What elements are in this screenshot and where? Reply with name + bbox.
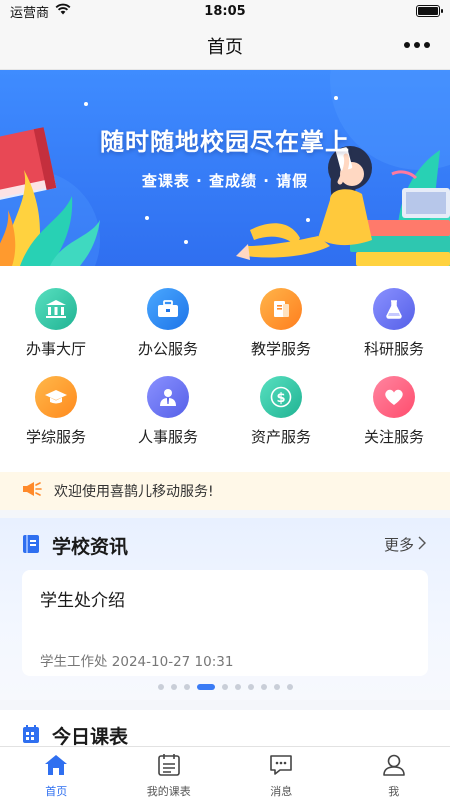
notice-text: 欢迎使用喜鹊儿移动服务! (54, 484, 214, 500)
service-assets[interactable]: $ 资产服务 (225, 354, 337, 446)
carousel-dot[interactable] (234, 684, 241, 690)
tab-bar: 首页 我的课表 消息 我 (0, 746, 450, 800)
more-label: 更多 (383, 536, 414, 554)
megaphone-icon (22, 481, 42, 501)
carousel-dot[interactable] (273, 684, 280, 690)
carousel-dot[interactable] (170, 684, 177, 690)
services-grid: 办事大厅 办公服务 教学服务 科研服务 学综服务 人事服务 $ 资产服务 关注服… (0, 266, 450, 472)
tab-label: 首页 (45, 785, 68, 798)
more-options-button[interactable] (402, 36, 432, 54)
tab-messages[interactable]: 消息 (225, 747, 338, 800)
briefcase-icon (147, 288, 189, 330)
dollar-icon: $ (260, 376, 302, 418)
notice-bar[interactable]: 欢迎使用喜鹊儿移动服务! (0, 472, 450, 510)
tab-me[interactable]: 我 (338, 747, 450, 800)
carousel-dot[interactable] (286, 684, 293, 690)
today-schedule-section: 今日课表 (0, 710, 450, 750)
nav-bar: 首页 (0, 22, 450, 70)
carousel-dot[interactable] (183, 684, 190, 690)
calendar-icon (156, 753, 182, 781)
banner-title: 随时随地校园尽在掌上 (100, 128, 350, 156)
bank-icon (35, 288, 77, 330)
user-icon (381, 753, 407, 781)
carrier-label: 运营商 (10, 5, 50, 21)
person-icon (147, 376, 189, 418)
wifi-icon (55, 3, 71, 19)
service-office[interactable]: 办公服务 (112, 266, 224, 358)
battery-icon (416, 5, 443, 17)
tab-my-schedule[interactable]: 我的课表 (113, 747, 226, 800)
message-icon (268, 753, 294, 781)
calendar-icon (22, 724, 40, 748)
carousel-dot-active[interactable] (196, 684, 215, 690)
tab-label: 消息 (270, 785, 293, 798)
section-title: 今日课表 (52, 726, 129, 748)
news-card-meta: 学生工作处 2024-10-27 10:31 (40, 654, 234, 670)
chevron-right-icon (418, 536, 426, 554)
tab-home[interactable]: 首页 (0, 747, 113, 800)
book-icon (260, 288, 302, 330)
carousel-dot[interactable] (157, 684, 164, 690)
school-news-section: 学校资讯 更多 学生处介绍 学生工作处 2024-10-27 10:31 (0, 518, 450, 700)
banner-subtitle: 查课表 · 查成绩 · 请假 (141, 172, 309, 190)
service-student[interactable]: 学综服务 (0, 354, 112, 446)
carousel-dot[interactable] (221, 684, 228, 690)
service-hall[interactable]: 办事大厅 (0, 266, 112, 358)
service-research[interactable]: 科研服务 (338, 266, 450, 358)
banner[interactable]: 随时随地校园尽在掌上 查课表 · 查成绩 · 请假 (0, 70, 450, 266)
carousel-indicator[interactable] (0, 684, 450, 690)
tab-label: 我的课表 (146, 785, 191, 798)
tab-label: 我 (388, 785, 400, 798)
carousel-dot[interactable] (260, 684, 267, 690)
home-icon (43, 753, 69, 781)
section-title: 学校资讯 (52, 536, 129, 558)
carousel-dot[interactable] (247, 684, 254, 690)
news-card-title: 学生处介绍 (40, 591, 125, 611)
heart-icon (373, 376, 415, 418)
service-label: 资产服务 (250, 428, 311, 446)
service-follow[interactable]: 关注服务 (338, 354, 450, 446)
service-personnel[interactable]: 人事服务 (112, 354, 224, 446)
svg-text:$: $ (276, 391, 285, 406)
flask-icon (373, 288, 415, 330)
service-label: 关注服务 (363, 428, 424, 446)
service-teaching[interactable]: 教学服务 (225, 266, 337, 358)
status-bar: 运营商 18:05 (0, 0, 450, 22)
news-more-link[interactable]: 更多 (384, 534, 426, 555)
banner-illustration (0, 70, 450, 266)
service-label: 学综服务 (25, 428, 86, 446)
page-title: 首页 (207, 36, 243, 58)
graduation-cap-icon (35, 376, 77, 418)
service-label: 人事服务 (137, 428, 198, 446)
news-card[interactable]: 学生处介绍 学生工作处 2024-10-27 10:31 (22, 570, 428, 676)
news-book-icon (22, 534, 40, 558)
